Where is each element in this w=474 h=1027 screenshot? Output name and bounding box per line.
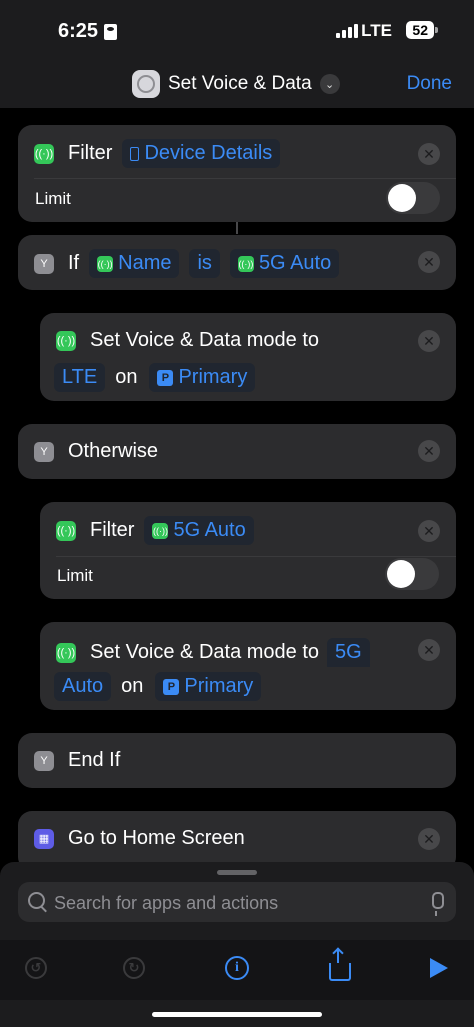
- antenna-icon: ((·)): [97, 255, 114, 272]
- shortcut-title: Set Voice & Data: [168, 73, 312, 94]
- mode-token-continued[interactable]: Auto: [54, 672, 112, 701]
- set-voice-data-card[interactable]: ((·)) Set Voice & Data mode to LTE on P …: [40, 313, 456, 401]
- info-button[interactable]: i: [221, 952, 253, 984]
- line-token[interactable]: P Primary: [155, 672, 262, 701]
- shortcut-title-menu[interactable]: Set Voice & Data ⌄: [132, 70, 340, 98]
- close-icon[interactable]: ✕: [418, 143, 440, 165]
- action-text: Set Voice & Data mode to: [90, 641, 320, 663]
- antenna-icon: ((·)): [152, 522, 169, 539]
- filter-action-card[interactable]: ((·)) Filter Device Details ✕ Limit: [18, 125, 456, 222]
- action-label: Filter: [68, 142, 113, 164]
- set-voice-data-card-2[interactable]: ((·)) Set Voice & Data mode to 5G Auto o…: [40, 622, 456, 710]
- endif-action-card[interactable]: Y End If: [18, 733, 456, 788]
- signal-icon: [336, 22, 358, 38]
- limit-label: Limit: [35, 189, 71, 208]
- antenna-icon: ((·)): [237, 255, 254, 272]
- flow-connector: [236, 222, 238, 234]
- if-action-card[interactable]: Y If ((·)) Name is ((·)) 5G Auto ✕: [18, 235, 456, 290]
- chevron-down-icon[interactable]: ⌄: [319, 74, 340, 94]
- undo-button[interactable]: ↺: [20, 952, 52, 984]
- mode-token[interactable]: LTE: [54, 363, 106, 392]
- condition-value-token[interactable]: ((·)) 5G Auto: [229, 249, 340, 278]
- name-token[interactable]: ((·)) Name: [89, 249, 180, 278]
- share-icon: [329, 949, 351, 981]
- action-label: If: [68, 252, 80, 274]
- contact-badge-icon: [104, 23, 118, 40]
- info-icon: i: [225, 956, 249, 980]
- mode-token[interactable]: 5G: [327, 638, 370, 667]
- run-button[interactable]: [423, 952, 455, 984]
- close-icon[interactable]: ✕: [418, 440, 440, 462]
- action-search-sheet: ↺ ↻ i: [0, 862, 474, 1027]
- otherwise-action-card[interactable]: Y Otherwise ✕: [18, 424, 456, 479]
- filter-action-card-2[interactable]: ((·)) Filter ((·)) 5G Auto ✕ Limit: [40, 502, 456, 599]
- divider: [56, 556, 456, 557]
- redo-icon: ↻: [123, 957, 145, 979]
- on-label: on: [121, 675, 144, 697]
- device-details-token[interactable]: Device Details: [122, 139, 281, 168]
- close-icon[interactable]: ✕: [418, 520, 440, 542]
- condition-operator[interactable]: is: [189, 249, 220, 278]
- action-label: Filter: [90, 519, 135, 541]
- divider: [34, 178, 456, 179]
- undo-icon: ↺: [25, 957, 47, 979]
- branch-icon: Y: [34, 441, 54, 462]
- sim-icon: P: [163, 678, 180, 695]
- redo-button[interactable]: ↻: [118, 952, 150, 984]
- search-icon: [28, 892, 45, 909]
- branch-icon: Y: [34, 750, 54, 771]
- play-icon: [430, 958, 448, 978]
- sheet-grabber[interactable]: [217, 870, 257, 875]
- search-bar[interactable]: [18, 882, 456, 924]
- action-label: End If: [68, 749, 121, 771]
- limit-label: Limit: [57, 566, 93, 585]
- battery-icon: 52: [406, 21, 434, 39]
- network-type: LTE: [361, 21, 392, 40]
- action-text: Set Voice & Data mode to: [90, 329, 320, 351]
- antenna-icon: ((·)): [56, 520, 76, 541]
- microphone-icon[interactable]: [432, 892, 444, 916]
- branch-icon: Y: [34, 253, 54, 274]
- line-token[interactable]: P Primary: [149, 363, 256, 392]
- antenna-icon: ((·)): [56, 642, 76, 663]
- antenna-icon: ((·)): [34, 143, 54, 164]
- limit-toggle[interactable]: [386, 182, 440, 214]
- limit-toggle[interactable]: [385, 558, 439, 590]
- status-time: 6:25: [58, 20, 118, 43]
- close-icon[interactable]: ✕: [418, 828, 440, 850]
- settings-gear-icon: [132, 70, 160, 98]
- nav-bar: Set Voice & Data ⌄ Done: [0, 64, 474, 108]
- app-grid-icon: ▦: [34, 828, 54, 849]
- status-bar: 6:25 LTE 52: [0, 0, 474, 64]
- close-icon[interactable]: ✕: [418, 251, 440, 273]
- battery-nub: [435, 27, 438, 33]
- action-label: Go to Home Screen: [68, 827, 245, 849]
- editor-toolbar: ↺ ↻ i: [0, 940, 474, 1000]
- share-button[interactable]: [324, 949, 356, 984]
- antenna-icon: ((·)): [56, 330, 76, 351]
- close-icon[interactable]: ✕: [418, 330, 440, 352]
- sim-icon: P: [157, 369, 174, 386]
- action-label: Otherwise: [68, 440, 159, 462]
- search-input[interactable]: [52, 882, 416, 924]
- phone-icon: [130, 146, 140, 161]
- home-indicator: [152, 1012, 322, 1017]
- filter-value-token[interactable]: ((·)) 5G Auto: [144, 516, 254, 545]
- done-button[interactable]: Done: [407, 73, 452, 95]
- close-icon[interactable]: ✕: [418, 639, 440, 661]
- on-label: on: [115, 366, 138, 388]
